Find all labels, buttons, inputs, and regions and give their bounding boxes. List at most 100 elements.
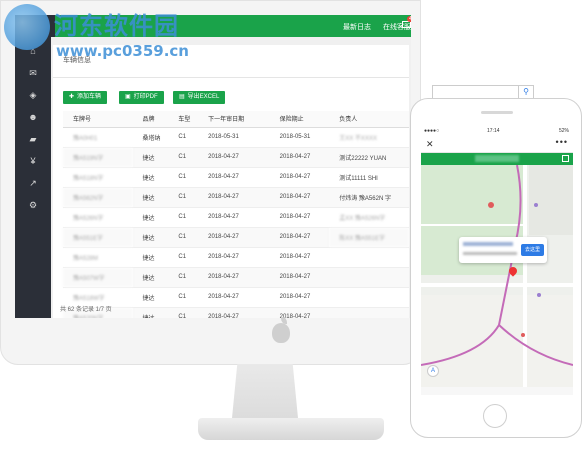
print-pdf-button[interactable]: ▣ 打印PDF: [119, 91, 164, 104]
table-row[interactable]: 豫A528M 捷达 C1 2018-04-27 2018-04-27: [63, 246, 409, 267]
inspection-cell: 2018-04-27: [198, 226, 270, 247]
brand-cell: 桑塔纳: [132, 126, 169, 147]
owner-cell: [329, 246, 409, 267]
search-input[interactable]: [432, 85, 524, 99]
plate-cell: 豫A562N字: [63, 186, 133, 207]
table-row[interactable]: 豫A519N字 捷达 C1 2018-04-27 2018-04-27 测试22222 Y…: [63, 146, 409, 167]
add-vehicle-label: 添加车辆: [77, 94, 102, 100]
status-time: 17:14: [487, 128, 500, 134]
col-model[interactable]: 车型: [168, 111, 199, 128]
owner-cell: 陈XX 豫A551E字: [329, 226, 409, 247]
brand-cell: 捷达: [132, 306, 169, 318]
search-button[interactable]: ⚲: [518, 85, 534, 99]
brand-cell: 捷达: [132, 226, 169, 247]
watermark-title: 河东软件园: [54, 11, 179, 40]
plate-cell: 豫A507W字: [63, 266, 133, 287]
owner-cell: 孟XX 豫A526N字: [329, 206, 409, 227]
sidebar: ⌂ ✉ ◈ ☻ ▰ ¥ ↗ ⚙: [15, 37, 51, 318]
col-owner[interactable]: 负责人: [329, 111, 409, 128]
table-row[interactable]: 豫A520N字捷达C12018-04-272018-04-27: [63, 306, 409, 318]
col-insurance-end[interactable]: 保险期止: [269, 111, 330, 128]
location-popup[interactable]: 去这里: [459, 237, 547, 263]
vehicle-table: 车牌号 品牌 车型 下一年审日期 保险期止 负责人 豫A0H01 桑塔纳 C1 201…: [63, 111, 409, 318]
share-icon[interactable]: [562, 155, 569, 162]
col-next-inspection[interactable]: 下一年审日期: [198, 111, 270, 128]
chart-icon[interactable]: ↗: [28, 179, 38, 188]
table-row[interactable]: 豫A526N字 捷达 C1 2018-04-27 2018-04-27 孟XX 豫A526…: [63, 206, 409, 227]
table-row[interactable]: 豫A0H01 桑塔纳 C1 2018-05-31 2018-05-31 王XX 不XXXX: [63, 126, 409, 147]
cube-icon[interactable]: ◈: [28, 91, 38, 100]
table-row[interactable]: 豫A507W字 捷达 C1 2018-04-27 2018-04-27: [63, 266, 409, 287]
mail-icon[interactable]: [402, 21, 411, 28]
brand-cell: 捷达: [132, 206, 169, 227]
home-button[interactable]: [483, 404, 507, 428]
insurance-cell: 2018-04-27: [269, 146, 330, 167]
owner-cell: 测试11111 SHI: [329, 166, 409, 187]
brand-cell: 捷达: [132, 246, 169, 267]
table-row[interactable]: 豫A518N字 捷达 C1 2018-04-27 2018-04-27 测试11111 S…: [63, 166, 409, 187]
mail-badge: 47: [407, 16, 411, 22]
table-row[interactable]: 豫A551E字 捷达 C1 2018-04-27 2018-04-27 陈XX 豫A551…: [63, 226, 409, 247]
owner-cell: 付炜涛 豫A562N 字: [329, 186, 409, 207]
owner-cell: [329, 306, 409, 318]
map-footer: [421, 387, 573, 395]
phone-speaker: [481, 111, 513, 114]
brand-cell: 捷达: [132, 286, 169, 307]
divider: [53, 77, 409, 78]
insurance-cell: 2018-04-27: [269, 286, 330, 307]
col-plate[interactable]: 车牌号: [63, 111, 133, 128]
popup-title: [463, 242, 513, 246]
compass-icon[interactable]: A: [427, 365, 439, 377]
chat-icon[interactable]: ✉: [28, 69, 38, 78]
model-cell: C1: [168, 146, 199, 167]
phone-screen: ●●●●○ 17:14 52% ✕ ••• 去这里 A: [421, 125, 573, 395]
car-icon[interactable]: ▰: [28, 135, 38, 144]
monitor-stand: [232, 364, 298, 418]
owner-cell: 测试22222 YUAN: [329, 146, 409, 167]
add-vehicle-button[interactable]: ✚ 添加车辆: [63, 91, 108, 104]
export-excel-label: 导出EXCEL: [187, 94, 220, 100]
col-brand[interactable]: 品牌: [132, 111, 169, 128]
model-cell: C1: [168, 126, 199, 147]
table-row[interactable]: 豫A562N字 捷达 C1 2018-04-27 2018-04-27 付炜涛 豫A562…: [63, 186, 409, 207]
status-bar: ●●●●○ 17:14 52%: [421, 125, 573, 137]
phone-frame: ●●●●○ 17:14 52% ✕ ••• 去这里 A: [410, 98, 582, 438]
phone-nav-bar: ✕ •••: [421, 137, 573, 153]
insurance-cell: 2018-04-27: [269, 166, 330, 187]
map-graphics: [421, 164, 573, 387]
inspection-cell: 2018-04-27: [198, 146, 270, 167]
more-icon[interactable]: •••: [556, 137, 568, 147]
users-icon[interactable]: ☻: [28, 113, 38, 122]
table-row[interactable]: 豫A518W字 捷达 C1 2018-04-27 2018-04-27: [63, 286, 409, 307]
inspection-cell: 2018-04-27: [198, 246, 270, 267]
main-content: 车辆信息 ✚ 添加车辆 ▣ 打印PDF ▤ 导出EXCEL 车牌号 品牌 车型 …: [51, 37, 411, 318]
signal-icon: ●●●●○: [424, 128, 440, 134]
insurance-cell: 2018-04-27: [269, 186, 330, 207]
brand-cell: 捷达: [132, 186, 169, 207]
battery-level: 52%: [558, 128, 569, 134]
close-icon[interactable]: ✕: [426, 139, 434, 150]
yen-icon[interactable]: ¥: [28, 157, 38, 166]
model-cell: C1: [168, 286, 199, 307]
popup-address: [463, 252, 517, 255]
export-icon: ▤: [179, 94, 185, 100]
print-icon: ▣: [125, 94, 131, 100]
table-header-row: 车牌号 品牌 车型 下一年审日期 保险期止 负责人: [63, 111, 409, 128]
latest-log-link[interactable]: 最新日志: [343, 22, 371, 32]
export-excel-button[interactable]: ▤ 导出EXCEL: [173, 91, 226, 104]
insurance-cell: 2018-04-27: [269, 246, 330, 267]
gear-icon[interactable]: ⚙: [28, 201, 38, 210]
map-view[interactable]: [421, 164, 573, 387]
model-cell: C1: [168, 226, 199, 247]
insurance-cell: 2018-04-27: [269, 306, 330, 318]
owner-cell: 王XX 不XXXX: [329, 126, 409, 147]
brand-cell: 捷达: [132, 146, 169, 167]
brand-cell: 捷达: [132, 266, 169, 287]
insurance-cell: 2018-04-27: [269, 226, 330, 247]
model-cell: C1: [168, 186, 199, 207]
plate-cell: 豫A519N字: [63, 146, 133, 167]
watermark-url: www.pc0359.cn: [56, 42, 189, 60]
model-cell: C1: [168, 266, 199, 287]
go-here-button[interactable]: 去这里: [520, 244, 544, 256]
plate-cell: 豫A518N字: [63, 166, 133, 187]
